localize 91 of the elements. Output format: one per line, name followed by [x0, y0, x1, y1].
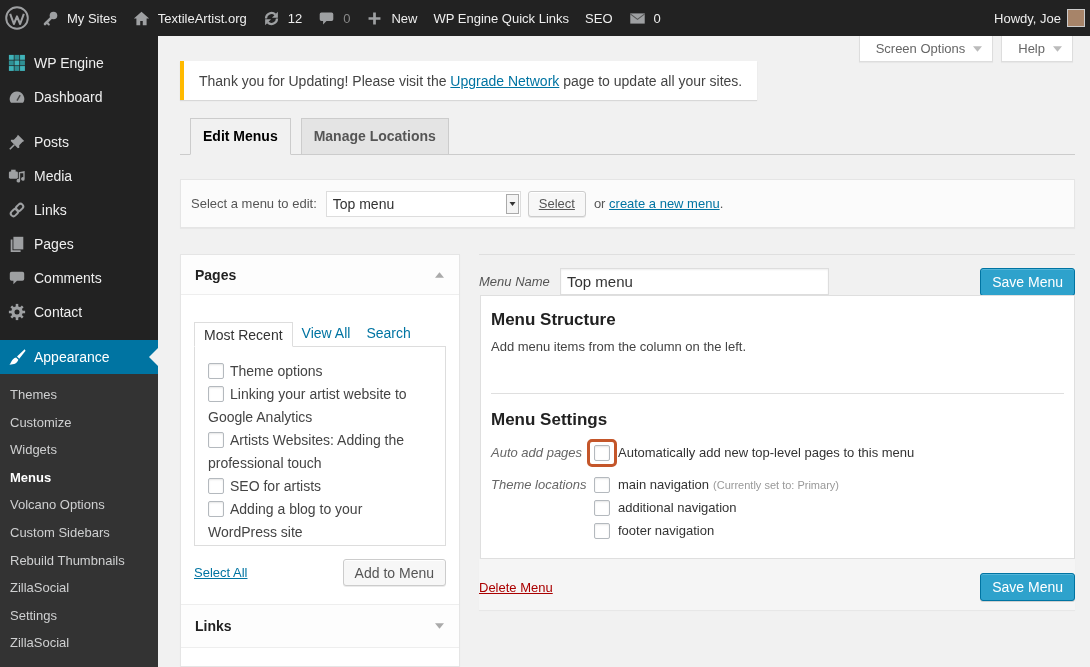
- checkbox[interactable]: [594, 499, 610, 516]
- setting-option[interactable]: additional navigation: [587, 496, 737, 519]
- account-menu[interactable]: Howdy, Joe: [994, 0, 1085, 36]
- section-header[interactable]: Pages: [181, 255, 459, 295]
- sidebar-menu-item[interactable]: Comments: [0, 261, 158, 295]
- checkbox[interactable]: [208, 386, 224, 402]
- menu-name-field[interactable]: Top menu: [560, 268, 829, 295]
- help-tab[interactable]: Help: [1001, 36, 1073, 62]
- sidebar-menu-item[interactable]: Dashboard: [0, 80, 158, 114]
- submenu-item[interactable]: Volcano Options: [0, 491, 105, 519]
- menu-select[interactable]: Top menu: [325, 190, 521, 217]
- submenu-item[interactable]: Menus: [0, 463, 52, 492]
- submenu-item[interactable]: Rebuild Thumbnails: [0, 546, 125, 575]
- submenu-item[interactable]: Settings: [0, 601, 57, 630]
- quick-links-menu[interactable]: WP Engine Quick Links: [425, 0, 578, 36]
- submenu-item[interactable]: Widgets: [0, 436, 57, 464]
- checkbox[interactable]: [594, 476, 610, 493]
- page-option[interactable]: Theme options: [208, 360, 435, 383]
- avatar-placeholder: [1067, 9, 1085, 27]
- sidebar-menu-item[interactable]: Posts: [0, 125, 158, 159]
- page-option[interactable]: SEO for artists: [208, 475, 435, 498]
- submenu-item[interactable]: ZillaSocial: [0, 574, 70, 602]
- house-icon: [132, 9, 150, 27]
- grid-icon: [8, 54, 26, 72]
- screen-options-tab[interactable]: Screen Options: [858, 36, 994, 62]
- notice-text: Thank you for Updating! Please visit the Upgrade Network page to update all your sites.: [199, 72, 743, 89]
- setting-option[interactable]: Automatically add new top-level pages to this menu: [587, 441, 915, 464]
- updates-link[interactable]: 12: [254, 0, 311, 36]
- speech-bubble-icon: [8, 269, 26, 287]
- section-heading: Menu Settings: [491, 409, 608, 431]
- selection-pointer-icon: [149, 348, 158, 366]
- page-option[interactable]: Linking your artist website to Google Analytics: [208, 383, 435, 429]
- sync-icon: [262, 9, 280, 27]
- messages-link[interactable]: 0: [620, 0, 669, 36]
- checkbox[interactable]: [594, 522, 610, 539]
- section-heading: Menu Structure: [491, 309, 616, 331]
- comments-link[interactable]: 0: [310, 0, 359, 36]
- documents-icon: [8, 235, 26, 253]
- sidebar-menu-item[interactable]: WP Engine: [0, 46, 158, 80]
- key-icon: [42, 9, 59, 27]
- setting-option[interactable]: main navigation (Currently set to: Primary): [587, 473, 839, 496]
- logo-icon[interactable]: [5, 6, 29, 30]
- section-header[interactable]: Links: [181, 605, 459, 648]
- submenu-item[interactable]: Custom Sidebars: [0, 518, 110, 547]
- menu-select-label: Select a menu to edit:: [191, 196, 317, 211]
- page-option[interactable]: Artists Websites: Adding the professional touch: [208, 429, 435, 475]
- upgrade-network-link[interactable]: Upgrade Network: [450, 72, 560, 89]
- sidebar-menu-item[interactable]: Links: [0, 193, 158, 227]
- select-button[interactable]: Select: [527, 190, 586, 217]
- setting-label: Theme locations: [491, 476, 587, 494]
- caret-up-icon: [435, 271, 444, 278]
- new-content-menu[interactable]: New: [358, 0, 426, 36]
- submenu-item[interactable]: ZillaSocial: [0, 629, 70, 657]
- checkbox[interactable]: [208, 363, 224, 379]
- chain-link-icon: [8, 201, 26, 219]
- setting-option[interactable]: footer navigation: [587, 519, 715, 542]
- select-all-link[interactable]: Select All: [194, 565, 248, 580]
- submenu-item[interactable]: Themes: [0, 381, 57, 409]
- checkbox[interactable]: [208, 501, 224, 517]
- gear-icon: [8, 303, 26, 321]
- my-sites-menu[interactable]: My Sites: [34, 0, 125, 36]
- menu-name-label: Menu Name: [479, 274, 551, 289]
- nav-tab[interactable]: Manage Locations: [300, 118, 449, 155]
- create-menu-text: or create a new menu.: [593, 196, 724, 211]
- location-note: (Currently set to: Primary): [713, 478, 839, 491]
- sidebar-menu-item[interactable]: Contact: [0, 295, 158, 329]
- panel-tab[interactable]: Search: [358, 321, 419, 346]
- sidebar-menu-item[interactable]: Pages: [0, 227, 158, 261]
- camera-music-icon: [8, 167, 26, 185]
- checkbox[interactable]: [594, 444, 610, 461]
- sidebar-menu-item[interactable]: Media: [0, 159, 158, 193]
- structure-hint: Add menu items from the column on the left.: [491, 338, 748, 356]
- pushpin-icon: [8, 133, 26, 151]
- paintbrush-icon: [8, 348, 26, 366]
- delete-menu-link[interactable]: Delete Menu: [479, 579, 553, 595]
- nav-tab[interactable]: Edit Menus: [190, 118, 291, 155]
- add-to-menu-button[interactable]: Add to Menu: [342, 559, 446, 586]
- caret-down-icon: [1053, 45, 1062, 52]
- sidebar-menu-item[interactable]: Appearance: [0, 340, 158, 374]
- checkbox[interactable]: [208, 432, 224, 448]
- checkbox[interactable]: [208, 478, 224, 494]
- caret-down-icon: [973, 45, 983, 52]
- seo-menu[interactable]: SEO: [577, 0, 621, 36]
- submenu-item[interactable]: Customize: [0, 408, 72, 437]
- setting-label: Auto add pages: [491, 444, 584, 462]
- create-menu-link[interactable]: create a new menu: [609, 196, 720, 211]
- page-option[interactable]: Adding a blog to your WordPress site: [208, 498, 435, 544]
- panel-tab[interactable]: Most Recent: [194, 322, 293, 347]
- caret-down-icon: [435, 623, 444, 629]
- site-name-menu[interactable]: TextileArtist.org: [124, 0, 255, 36]
- panel-tab[interactable]: View All: [293, 321, 359, 346]
